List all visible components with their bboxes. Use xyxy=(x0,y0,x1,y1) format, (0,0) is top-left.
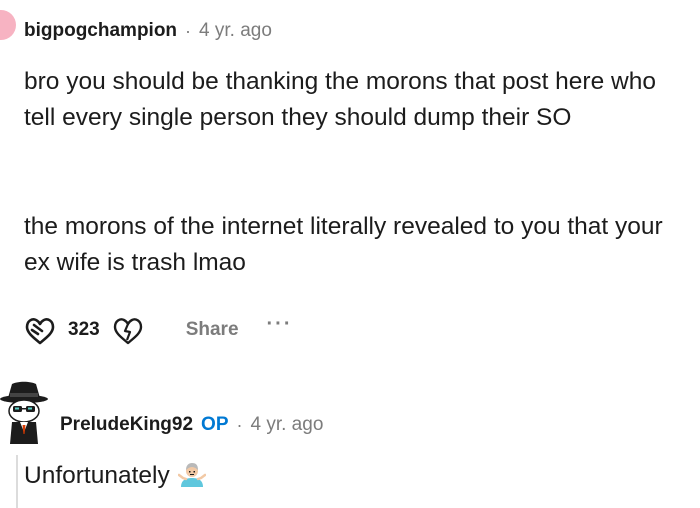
meta-separator: · xyxy=(185,20,192,41)
meta-separator: · xyxy=(236,414,243,435)
comment-header: PreludeKing92 OP · 4 yr. ago xyxy=(60,411,323,439)
downvote-button[interactable] xyxy=(110,312,146,348)
comment-paragraph: Unfortunately xyxy=(24,458,206,494)
timestamp[interactable]: 4 yr. ago xyxy=(199,20,272,42)
avatar[interactable] xyxy=(0,10,16,40)
share-button[interactable]: Share xyxy=(186,319,239,341)
comment-paragraph: bro you should be thanking the morons th… xyxy=(24,68,656,131)
reply-text: Unfortunately xyxy=(24,462,170,489)
username-link[interactable]: bigpogchampion xyxy=(24,20,177,42)
downvote-icon xyxy=(113,318,142,345)
thread-line[interactable] xyxy=(16,455,18,508)
avatar[interactable] xyxy=(0,378,50,448)
person-shrugging-emoji-icon xyxy=(177,463,206,487)
comment-paragraph: the morons of the internet literally rev… xyxy=(24,213,663,276)
upvote-button[interactable] xyxy=(22,312,58,348)
timestamp[interactable]: 4 yr. ago xyxy=(251,414,324,436)
comment-header: bigpogchampion · 4 yr. ago xyxy=(24,17,272,45)
username-link[interactable]: PreludeKing92 xyxy=(60,414,193,436)
more-options-button[interactable]: ··· xyxy=(267,314,293,334)
op-badge: OP xyxy=(201,414,229,435)
vote-score: 323 xyxy=(68,319,100,340)
comment-actions: 323 Share ··· xyxy=(22,312,293,348)
upvote-icon xyxy=(25,318,55,345)
